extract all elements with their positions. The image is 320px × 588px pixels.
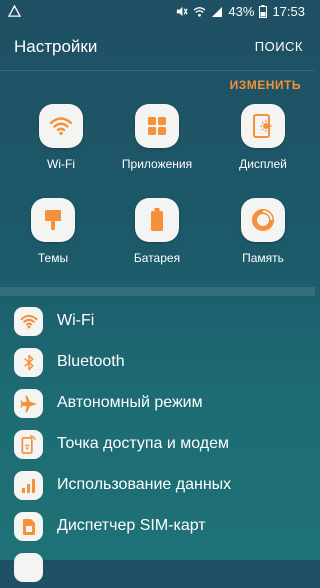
section-divider bbox=[0, 287, 315, 296]
status-icons: 43% 17:53 bbox=[175, 4, 305, 19]
list-item-wifi[interactable]: Wi-Fi bbox=[0, 301, 315, 342]
wifi-status-icon bbox=[193, 6, 206, 17]
quick-tile-display[interactable]: Дисплей bbox=[218, 104, 308, 171]
status-bar: 43% 17:53 bbox=[0, 0, 315, 24]
signal-icon bbox=[212, 6, 223, 17]
quick-tile-apps[interactable]: Приложения bbox=[112, 104, 202, 171]
quick-tile-label: Батарея bbox=[133, 251, 181, 265]
battery-icon bbox=[135, 198, 179, 242]
wifi-icon bbox=[39, 104, 83, 148]
list-item-label: Точка доступа и модем bbox=[57, 435, 230, 452]
quick-tile-battery[interactable]: Батарея bbox=[112, 198, 202, 265]
list-item-label: Wi-Fi bbox=[57, 312, 95, 329]
list-item-bluetooth[interactable]: Bluetooth bbox=[0, 342, 315, 383]
airplane-icon bbox=[14, 389, 43, 418]
list-item-sim-manager[interactable]: Диспетчер SIM-карт bbox=[0, 506, 315, 547]
sim-card-icon bbox=[14, 512, 43, 541]
bluetooth-icon bbox=[14, 348, 43, 377]
list-item-label: Использование данных bbox=[57, 476, 232, 493]
list-item-label: Автономный режим bbox=[57, 394, 203, 411]
list-item-airplane-mode[interactable]: Автономный режим bbox=[0, 383, 315, 424]
quick-tile-label: Приложения bbox=[121, 157, 193, 171]
list-item-partial[interactable] bbox=[0, 547, 315, 588]
notification-icon bbox=[8, 5, 21, 17]
battery-percent: 43% bbox=[228, 4, 255, 19]
memory-icon bbox=[241, 198, 285, 242]
partial-icon bbox=[14, 553, 43, 582]
edit-button[interactable]: ИЗМЕНИТЬ bbox=[230, 78, 301, 92]
quick-tile-label: Темы bbox=[37, 251, 69, 265]
quick-tile-label: Wi-Fi bbox=[47, 157, 75, 171]
quick-tile-wifi[interactable]: Wi-Fi bbox=[16, 104, 106, 171]
quick-tile-themes[interactable]: Темы bbox=[8, 198, 98, 265]
header-divider bbox=[0, 70, 315, 71]
data-usage-icon bbox=[14, 471, 43, 500]
wifi-icon bbox=[14, 307, 43, 336]
hotspot-icon bbox=[14, 430, 43, 459]
display-icon bbox=[241, 104, 285, 148]
quick-tile-memory[interactable]: Память bbox=[218, 198, 308, 265]
quick-tile-label: Дисплей bbox=[239, 157, 287, 171]
brush-icon bbox=[31, 198, 75, 242]
apps-grid-icon bbox=[135, 104, 179, 148]
mute-icon bbox=[177, 6, 189, 17]
list-item-hotspot[interactable]: Точка доступа и модем bbox=[0, 424, 315, 465]
battery-status-icon bbox=[259, 5, 268, 18]
clock: 17:53 bbox=[272, 4, 305, 19]
list-item-label: Bluetooth bbox=[57, 353, 125, 370]
quick-tile-label: Память bbox=[242, 251, 284, 265]
list-item-label: Диспетчер SIM-карт bbox=[57, 517, 206, 534]
search-button[interactable]: ПОИСК bbox=[255, 39, 303, 54]
list-item-data-usage[interactable]: Использование данных bbox=[0, 465, 315, 506]
header: Настройки ПОИСК bbox=[0, 24, 315, 70]
page-title: Настройки bbox=[14, 37, 98, 56]
